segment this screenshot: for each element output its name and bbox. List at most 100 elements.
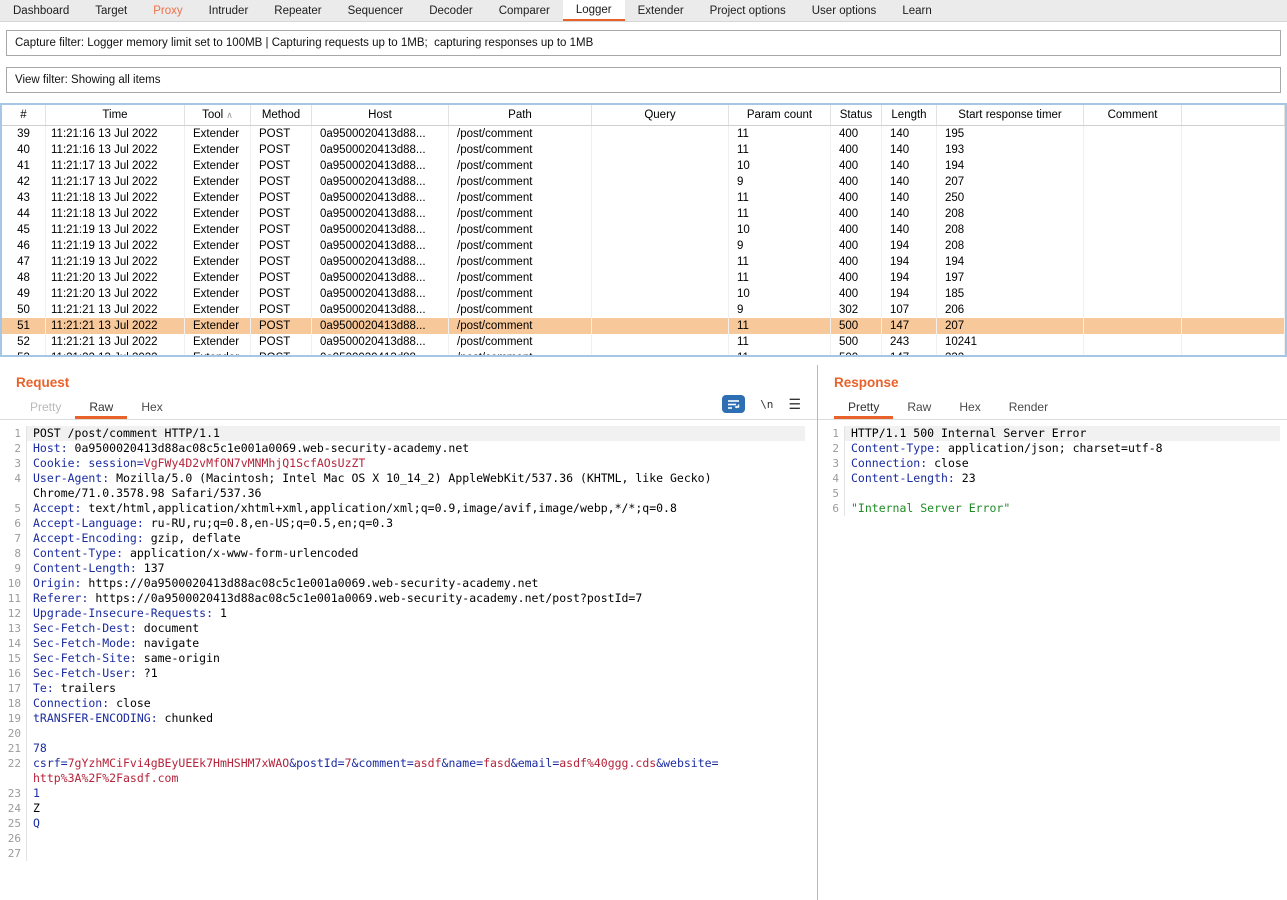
- table-row[interactable]: 4011:21:16 13 Jul 2022ExtenderPOST0a9500…: [2, 142, 1285, 158]
- code-text[interactable]: Upgrade-Insecure-Requests: 1: [27, 606, 805, 621]
- pretty-print-icon[interactable]: [722, 395, 745, 413]
- code-text[interactable]: Sec-Fetch-User: ?1: [27, 666, 805, 681]
- code-text[interactable]: Content-Type: application/json; charset=…: [845, 441, 1280, 456]
- tab-intruder[interactable]: Intruder: [196, 0, 262, 21]
- code-text[interactable]: [27, 831, 805, 846]
- column-header-query[interactable]: Query: [592, 105, 729, 125]
- code-text[interactable]: Referer: https://0a9500020413d88ac08c5c1…: [27, 591, 805, 606]
- editor-menu-icon[interactable]: ☰: [788, 397, 801, 411]
- code-text[interactable]: User-Agent: Mozilla/5.0 (Macintosh; Inte…: [27, 471, 805, 486]
- tab-proxy[interactable]: Proxy: [140, 0, 195, 21]
- code-text[interactable]: Content-Length: 137: [27, 561, 805, 576]
- tab-raw[interactable]: Raw: [75, 394, 127, 419]
- code-line: 24Z: [0, 801, 817, 816]
- tab-hex[interactable]: Hex: [945, 394, 994, 419]
- tab-comparer[interactable]: Comparer: [486, 0, 563, 21]
- code-text[interactable]: [27, 846, 805, 861]
- table-row[interactable]: 4411:21:18 13 Jul 2022ExtenderPOST0a9500…: [2, 206, 1285, 222]
- tab-sequencer[interactable]: Sequencer: [335, 0, 417, 21]
- column-header-path[interactable]: Path: [449, 105, 592, 125]
- capture-filter-bar[interactable]: Capture filter: Logger memory limit set …: [6, 30, 1281, 56]
- table-row[interactable]: 4311:21:18 13 Jul 2022ExtenderPOST0a9500…: [2, 190, 1285, 206]
- tab-decoder[interactable]: Decoder: [416, 0, 485, 21]
- code-text[interactable]: Connection: close: [27, 696, 805, 711]
- code-line: http%3A%2F%2Fasdf.com: [0, 771, 817, 786]
- table-cell-filler: [1182, 238, 1285, 254]
- table-row[interactable]: 5011:21:21 13 Jul 2022ExtenderPOST0a9500…: [2, 302, 1285, 318]
- code-text[interactable]: Accept-Encoding: gzip, deflate: [27, 531, 805, 546]
- code-text[interactable]: [27, 726, 805, 741]
- view-filter-bar[interactable]: View filter: Showing all items: [6, 67, 1281, 93]
- request-editor[interactable]: 1 POST /post/comment HTTP/1.12Host: 0a950…: [0, 420, 817, 861]
- tab-raw[interactable]: Raw: [893, 394, 945, 419]
- response-panel: Response PrettyRawHexRender 1HTTP/1.1 50…: [818, 365, 1287, 900]
- code-text[interactable]: Accept: text/html,application/xhtml+xml,…: [27, 501, 805, 516]
- code-text[interactable]: Accept-Language: ru-RU,ru;q=0.8,en-US;q=…: [27, 516, 805, 531]
- table-row[interactable]: 4811:21:20 13 Jul 2022ExtenderPOST0a9500…: [2, 270, 1285, 286]
- table-row[interactable]: 4911:21:20 13 Jul 2022ExtenderPOST0a9500…: [2, 286, 1285, 302]
- tab-project-options[interactable]: Project options: [697, 0, 799, 21]
- tab-extender[interactable]: Extender: [625, 0, 697, 21]
- table-cell: [1084, 286, 1182, 302]
- table-cell-filler: [1182, 158, 1285, 174]
- code-text[interactable]: Cookie: session=VgFWy4D2vMfON7vMNMhjQ1Sc…: [27, 456, 805, 471]
- code-line: 19tRANSFER-ENCODING: chunked: [0, 711, 817, 726]
- table-row[interactable]: 4711:21:19 13 Jul 2022ExtenderPOST0a9500…: [2, 254, 1285, 270]
- column-header-param-count[interactable]: Param count: [729, 105, 831, 125]
- column-header-tool[interactable]: Tool∧: [185, 105, 251, 125]
- table-row[interactable]: 4611:21:19 13 Jul 2022ExtenderPOST0a9500…: [2, 238, 1285, 254]
- table-row[interactable]: 5211:21:21 13 Jul 2022ExtenderPOST0a9500…: [2, 334, 1285, 350]
- code-text[interactable]: HTTP/1.1 500 Internal Server Error: [845, 426, 1280, 441]
- newline-toggle-icon[interactable]: \n: [760, 398, 773, 411]
- code-text[interactable]: Content-Type: application/x-www-form-url…: [27, 546, 805, 561]
- code-text[interactable]: tRANSFER-ENCODING: chunked: [27, 711, 805, 726]
- code-text[interactable]: Sec-Fetch-Site: same-origin: [27, 651, 805, 666]
- table-cell: 11:21:19 13 Jul 2022: [46, 222, 185, 238]
- code-line: 2Host: 0a9500020413d88ac08c5c1e001a0069.…: [0, 441, 817, 456]
- column-header-comment[interactable]: Comment: [1084, 105, 1182, 125]
- code-text[interactable]: POST /post/comment HTTP/1.1: [27, 426, 805, 441]
- table-cell: 193: [937, 142, 1084, 158]
- code-text[interactable]: Content-Length: 23: [845, 471, 1280, 486]
- column-header-start-response-timer[interactable]: Start response timer: [937, 105, 1084, 125]
- response-editor[interactable]: 1HTTP/1.1 500 Internal Server Error2Cont…: [818, 420, 1287, 516]
- tab-dashboard[interactable]: Dashboard: [0, 0, 82, 21]
- tab-pretty[interactable]: Pretty: [834, 394, 893, 419]
- tab-user-options[interactable]: User options: [799, 0, 890, 21]
- code-text[interactable]: Chrome/71.0.3578.98 Safari/537.36: [27, 486, 805, 501]
- column-header-length[interactable]: Length: [882, 105, 937, 125]
- tab-repeater[interactable]: Repeater: [261, 0, 334, 21]
- code-text[interactable]: "Internal Server Error": [845, 501, 1280, 516]
- table-cell: 11:21:16 13 Jul 2022: [46, 142, 185, 158]
- table-cell: 11: [729, 318, 831, 334]
- table-row[interactable]: 3911:21:16 13 Jul 2022ExtenderPOST0a9500…: [2, 126, 1285, 142]
- column-header-blank[interactable]: #: [2, 105, 46, 125]
- tab-logger[interactable]: Logger: [563, 0, 625, 21]
- column-header-host[interactable]: Host: [312, 105, 449, 125]
- table-row[interactable]: 5311:21:22 13 Jul 2022ExtenderPOST0a9500…: [2, 350, 1285, 355]
- column-header-time[interactable]: Time: [46, 105, 185, 125]
- code-text[interactable]: 1: [27, 786, 805, 801]
- tab-target[interactable]: Target: [82, 0, 140, 21]
- code-text[interactable]: Connection: close: [845, 456, 1280, 471]
- code-text[interactable]: Host: 0a9500020413d88ac08c5c1e001a0069.w…: [27, 441, 805, 456]
- code-text[interactable]: Sec-Fetch-Dest: document: [27, 621, 805, 636]
- code-text[interactable]: [845, 486, 1280, 501]
- table-row[interactable]: 5111:21:21 13 Jul 2022ExtenderPOST0a9500…: [2, 318, 1285, 334]
- column-header-method[interactable]: Method: [251, 105, 312, 125]
- table-row[interactable]: 4111:21:17 13 Jul 2022ExtenderPOST0a9500…: [2, 158, 1285, 174]
- tab-learn[interactable]: Learn: [889, 0, 944, 21]
- code-text[interactable]: Te: trailers: [27, 681, 805, 696]
- code-text[interactable]: Origin: https://0a9500020413d88ac08c5c1e…: [27, 576, 805, 591]
- tab-render[interactable]: Render: [995, 394, 1062, 419]
- code-text[interactable]: csrf=7gYzhMCiFvi4gBEyUEEk7HmHSHM7xWAO&po…: [27, 756, 805, 771]
- column-header-status[interactable]: Status: [831, 105, 882, 125]
- code-text[interactable]: 78: [27, 741, 805, 756]
- code-text[interactable]: Q: [27, 816, 805, 831]
- table-row[interactable]: 4211:21:17 13 Jul 2022ExtenderPOST0a9500…: [2, 174, 1285, 190]
- code-text[interactable]: Sec-Fetch-Mode: navigate: [27, 636, 805, 651]
- table-row[interactable]: 4511:21:19 13 Jul 2022ExtenderPOST0a9500…: [2, 222, 1285, 238]
- code-text[interactable]: http%3A%2F%2Fasdf.com: [27, 771, 805, 786]
- code-text[interactable]: Z: [27, 801, 805, 816]
- tab-hex[interactable]: Hex: [127, 394, 176, 419]
